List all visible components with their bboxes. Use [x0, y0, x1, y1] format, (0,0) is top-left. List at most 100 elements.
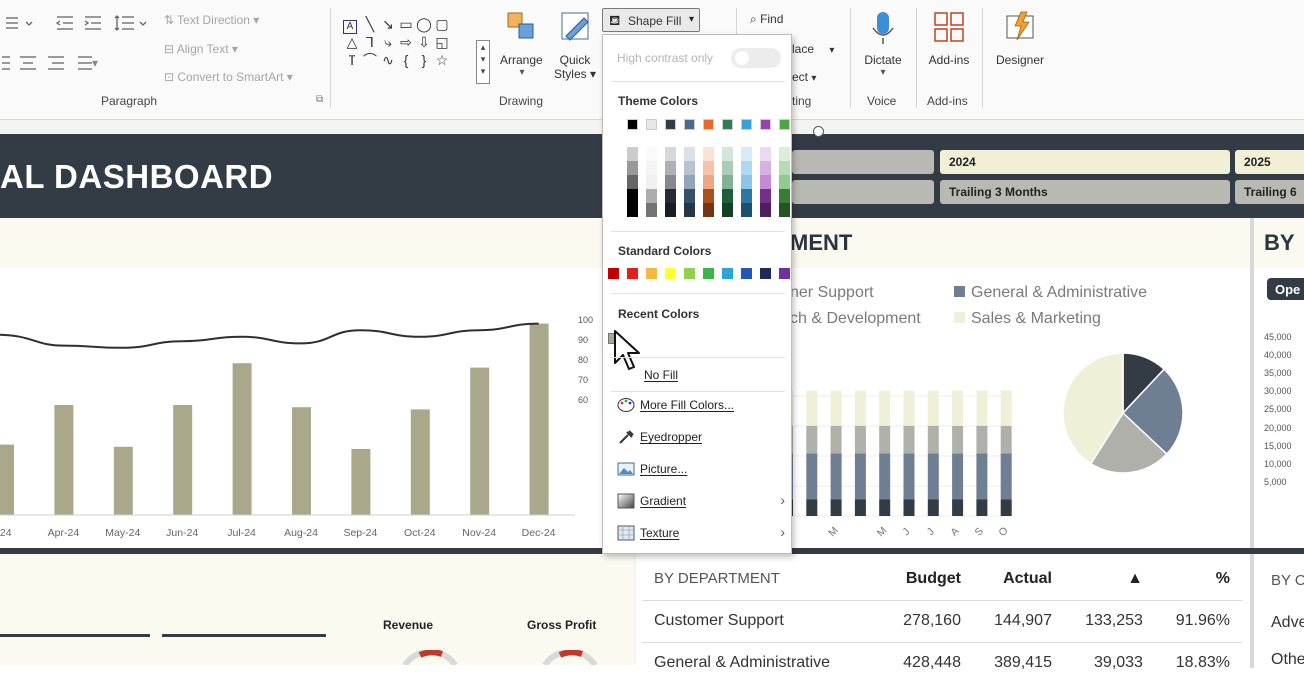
- arc-shape-icon[interactable]: ⌒: [361, 52, 379, 68]
- no-fill-item[interactable]: No Fill: [613, 364, 789, 388]
- color-swatch[interactable]: [646, 147, 657, 161]
- color-swatch[interactable]: [684, 119, 695, 130]
- color-swatch[interactable]: [627, 175, 638, 189]
- color-swatch[interactable]: [703, 203, 714, 217]
- more-fill-colors-item[interactable]: More Fill Colors...: [613, 394, 789, 418]
- color-swatch[interactable]: [684, 203, 695, 217]
- color-swatch[interactable]: [760, 147, 771, 161]
- color-swatch[interactable]: [722, 161, 733, 175]
- color-swatch[interactable]: [741, 189, 752, 203]
- color-swatch[interactable]: [741, 268, 752, 279]
- addins-button[interactable]: Add-ins: [924, 10, 974, 67]
- filter-pill-blank[interactable]: [792, 180, 934, 204]
- line-spacing-icon[interactable]: [114, 14, 150, 37]
- color-swatch[interactable]: [684, 147, 695, 161]
- color-swatch[interactable]: [779, 119, 790, 130]
- trailing-3-months-button[interactable]: Trailing 3 Months: [940, 180, 1230, 204]
- down-arrow-shape-icon[interactable]: ⇩: [415, 34, 433, 50]
- snip-rect-shape-icon[interactable]: ◱: [433, 34, 451, 50]
- dictate-button[interactable]: Dictate ▾: [860, 10, 906, 78]
- color-swatch[interactable]: [684, 175, 695, 189]
- table-header[interactable]: BY DEPARTMENT: [642, 558, 882, 600]
- color-swatch[interactable]: [646, 175, 657, 189]
- color-swatch[interactable]: [703, 268, 714, 279]
- color-swatch[interactable]: [665, 189, 676, 203]
- color-swatch[interactable]: [779, 147, 790, 161]
- line-shape-icon[interactable]: ╲: [361, 16, 379, 32]
- color-swatch[interactable]: [646, 161, 657, 175]
- rectangle-shape-icon[interactable]: ▭: [397, 16, 415, 32]
- color-swatch[interactable]: [627, 161, 638, 175]
- gradient-item[interactable]: Gradient ›: [613, 490, 789, 514]
- color-swatch[interactable]: [665, 203, 676, 217]
- color-swatch[interactable]: [646, 203, 657, 217]
- right-arrow-shape-icon[interactable]: ⇨: [397, 34, 415, 50]
- color-swatch[interactable]: [665, 268, 676, 279]
- color-swatch[interactable]: [703, 189, 714, 203]
- columns-icon[interactable]: ▾: [92, 56, 98, 70]
- table-header-budget[interactable]: Budget: [882, 558, 973, 600]
- shape-fill-button[interactable]: ⛾ Shape Fill ▾: [602, 8, 700, 32]
- elbow-connector-icon[interactable]: ⅂: [361, 34, 379, 50]
- color-swatch[interactable]: [646, 189, 657, 203]
- textbox-shape-icon[interactable]: A: [343, 20, 357, 34]
- elbow-arrow-icon[interactable]: ⤷: [379, 34, 397, 50]
- color-swatch[interactable]: [703, 147, 714, 161]
- color-swatch[interactable]: [627, 147, 638, 161]
- color-swatch[interactable]: [741, 119, 752, 130]
- eyedropper-item[interactable]: Eyedropper: [613, 426, 789, 450]
- year-2025-button[interactable]: 2025: [1235, 150, 1304, 174]
- color-swatch[interactable]: [760, 161, 771, 175]
- texture-item[interactable]: Texture ›: [613, 522, 789, 546]
- freeform-shape-icon[interactable]: ⴶ: [343, 52, 361, 68]
- color-swatch[interactable]: [722, 268, 733, 279]
- text-direction-button[interactable]: ⇅ Text Direction ▾: [164, 13, 259, 27]
- high-contrast-toggle[interactable]: [731, 48, 781, 68]
- color-swatch[interactable]: [760, 175, 771, 189]
- color-swatch[interactable]: [684, 268, 695, 279]
- color-swatch[interactable]: [665, 161, 676, 175]
- color-swatch[interactable]: [760, 189, 771, 203]
- color-swatch[interactable]: [665, 175, 676, 189]
- find-button[interactable]: ⌕ Find: [750, 12, 783, 27]
- table-header-actual[interactable]: Actual: [973, 558, 1064, 600]
- bullets-button[interactable]: [0, 14, 36, 37]
- table-header-percent[interactable]: %: [1155, 558, 1242, 600]
- color-swatch[interactable]: [646, 268, 657, 279]
- color-swatch[interactable]: [741, 175, 752, 189]
- color-swatch[interactable]: [722, 203, 733, 217]
- curve-shape-icon[interactable]: ∿: [379, 52, 397, 68]
- color-swatch[interactable]: [703, 175, 714, 189]
- operating-badge[interactable]: Ope: [1267, 278, 1304, 300]
- color-swatch[interactable]: [646, 119, 657, 130]
- color-swatch[interactable]: [627, 189, 638, 203]
- align-text-button[interactable]: ⊟ Align Text ▾: [164, 42, 238, 56]
- triangle-shape-icon[interactable]: △: [343, 34, 361, 50]
- color-swatch[interactable]: [722, 147, 733, 161]
- select-button[interactable]: ect ▾: [792, 70, 816, 84]
- oval-shape-icon[interactable]: ◯: [415, 16, 433, 32]
- color-swatch[interactable]: [627, 203, 638, 217]
- quick-styles-button[interactable]: Quick Styles ▾: [552, 10, 598, 81]
- designer-button[interactable]: Designer: [990, 10, 1050, 67]
- color-swatch[interactable]: [760, 203, 771, 217]
- filter-pill-blank[interactable]: [792, 150, 934, 174]
- arrange-button[interactable]: Arrange ▾: [500, 10, 543, 78]
- year-2024-button[interactable]: 2024: [940, 150, 1230, 174]
- color-swatch[interactable]: [722, 175, 733, 189]
- align-left-icon[interactable]: [0, 54, 150, 77]
- color-swatch[interactable]: [627, 119, 638, 130]
- color-swatch[interactable]: [722, 189, 733, 203]
- decrease-indent-icon[interactable]: [54, 14, 76, 37]
- convert-smartart-button[interactable]: ⊡ Convert to SmartArt ▾: [164, 70, 293, 84]
- color-swatch[interactable]: [741, 203, 752, 217]
- star-shape-icon[interactable]: ☆: [433, 52, 451, 68]
- right-brace-shape-icon[interactable]: }: [415, 52, 433, 68]
- color-swatch[interactable]: [779, 203, 790, 217]
- arrow-line-shape-icon[interactable]: ↘: [379, 16, 397, 32]
- color-swatch[interactable]: [703, 119, 714, 130]
- color-swatch[interactable]: [779, 268, 790, 279]
- table-header-variance[interactable]: ▲: [1064, 558, 1155, 600]
- selection-handle[interactable]: [813, 126, 824, 137]
- color-swatch[interactable]: [779, 189, 790, 203]
